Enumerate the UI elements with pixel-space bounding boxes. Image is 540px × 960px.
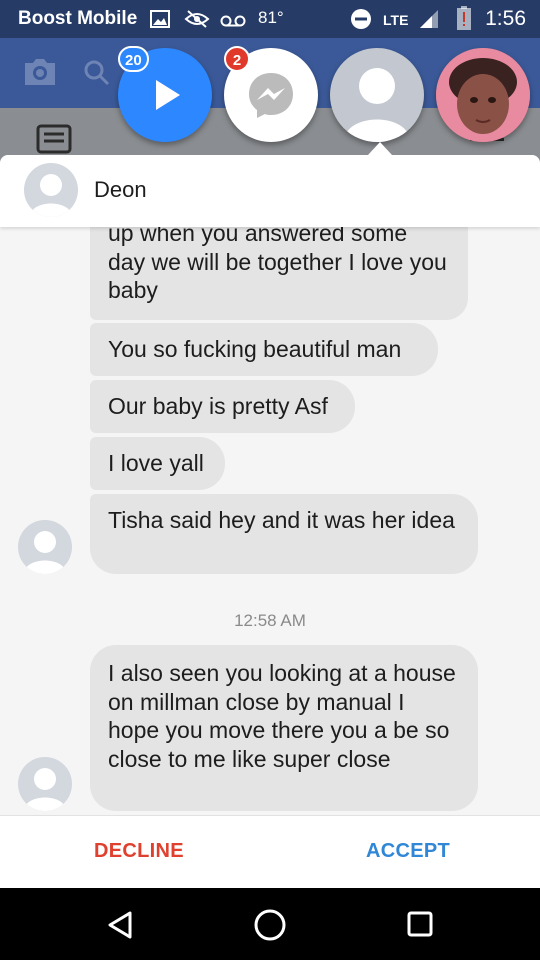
accept-button[interactable]: ACCEPT (366, 840, 450, 863)
network-type: LTE (383, 12, 409, 28)
video-chat-head[interactable]: 20 (118, 46, 212, 142)
message-timestamp: 12:58 AM (234, 611, 306, 630)
temperature: 81° (258, 8, 284, 27)
messenger-badge: 2 (224, 46, 250, 72)
message-bubble: You so fucking beautiful man (90, 323, 438, 376)
contact-photo (436, 48, 530, 142)
message-bubble: Tisha said hey and it was her idea (90, 494, 478, 574)
message-list[interactable]: up when you answered some day we will be… (0, 227, 540, 815)
search-icon[interactable] (84, 60, 110, 91)
active-head-pointer (368, 142, 392, 155)
default-avatar-icon (30, 174, 72, 217)
default-avatar-icon (24, 768, 66, 811)
battery-alert-icon (457, 6, 471, 36)
voicemail-icon (220, 12, 246, 34)
play-icon (152, 78, 182, 117)
decline-button[interactable]: DECLINE (94, 840, 184, 863)
messenger-icon (246, 70, 296, 125)
default-avatar-icon (24, 531, 66, 574)
sender-avatar[interactable] (18, 757, 72, 811)
back-icon[interactable] (106, 910, 134, 945)
conversation-panel: Deon up when you answered some day we wi… (0, 155, 540, 888)
message-request-actions: DECLINE ACCEPT (0, 815, 540, 888)
sender-avatar[interactable] (18, 520, 72, 574)
news-feed-icon[interactable] (36, 124, 72, 159)
navigation-bar (0, 888, 540, 960)
messenger-chat-head[interactable]: 2 (224, 46, 318, 142)
do-not-disturb-icon (350, 8, 372, 36)
status-bar: Boost Mobile 81° LTE 1:56 (0, 0, 540, 38)
contact-photo-chat-head[interactable] (436, 48, 530, 142)
contact-name: Deon (94, 177, 147, 202)
signal-icon (418, 8, 440, 36)
message-bubble: I also seen you looking at a house on mi… (90, 645, 478, 811)
home-icon[interactable] (253, 908, 287, 947)
default-avatar-icon (344, 68, 410, 142)
message-bubble: I love yall (90, 437, 225, 490)
image-icon (150, 10, 170, 34)
contact-avatar[interactable] (24, 163, 78, 217)
conversation-header: Deon (0, 155, 540, 227)
message-bubble: up when you answered some day we will be… (90, 227, 468, 320)
clock: 1:56 (485, 7, 526, 30)
video-badge: 20 (118, 46, 149, 72)
carrier-name: Boost Mobile (18, 8, 138, 29)
recents-icon[interactable] (407, 911, 433, 942)
message-bubble: Our baby is pretty Asf (90, 380, 355, 433)
deon-chat-head[interactable] (330, 48, 424, 142)
eye-off-icon (184, 9, 210, 35)
camera-icon[interactable] (22, 56, 58, 93)
